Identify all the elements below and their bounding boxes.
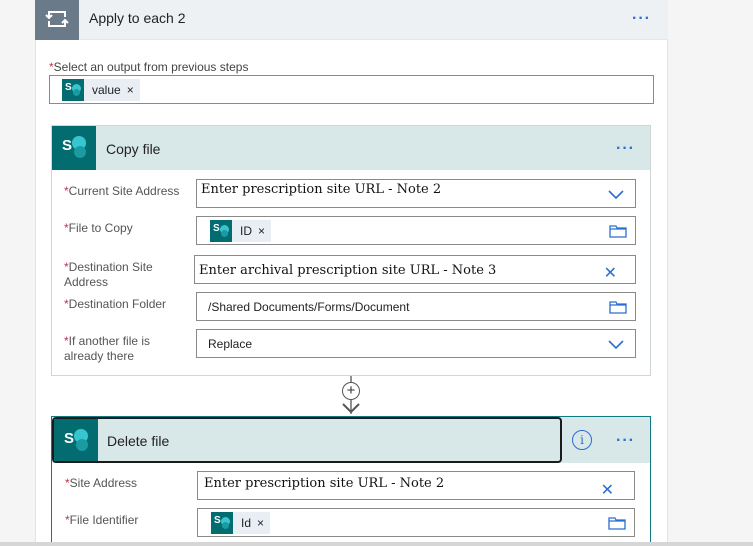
chevron-down-icon[interactable] xyxy=(607,338,625,350)
site-address-label: *Site Address xyxy=(65,476,138,490)
clear-icon[interactable]: ✕ xyxy=(604,263,617,283)
sharepoint-icon: S xyxy=(62,79,84,101)
site-address-field[interactable]: Enter prescription site URL - Note 2 ✕ xyxy=(197,471,635,500)
destination-site-label: *Destination Site Address xyxy=(64,260,153,289)
add-step-button[interactable]: + xyxy=(342,382,360,400)
delete-file-title: Delete file xyxy=(107,433,170,449)
folder-icon[interactable] xyxy=(609,224,627,238)
chevron-down-icon[interactable] xyxy=(607,188,625,200)
remove-token-icon[interactable]: × xyxy=(127,83,140,97)
file-identifier-field[interactable]: S Id × xyxy=(197,508,635,537)
copy-file-more-button[interactable]: ··· xyxy=(616,140,635,158)
loop-icon xyxy=(45,11,69,27)
file-to-copy-field[interactable]: S ID × xyxy=(196,216,636,245)
if-exists-label: *If another file is already there xyxy=(64,334,151,363)
info-icon[interactable]: i xyxy=(572,430,592,450)
delete-file-more-button[interactable]: ··· xyxy=(616,432,635,450)
select-output-input[interactable]: S value × xyxy=(49,75,654,104)
id-token[interactable]: S Id × xyxy=(211,512,271,534)
current-site-field[interactable]: Enter prescription site URL - Note 2 xyxy=(196,179,636,208)
file-to-copy-label: *File to Copy xyxy=(64,221,133,235)
folder-icon[interactable] xyxy=(608,516,626,530)
current-site-label: *Current Site Address xyxy=(64,184,180,198)
sharepoint-icon: S xyxy=(211,512,233,534)
sharepoint-icon: S xyxy=(210,220,232,242)
id-token[interactable]: S ID × xyxy=(210,220,272,242)
loop-action-icon xyxy=(35,0,79,40)
clear-icon[interactable]: ✕ xyxy=(601,480,614,500)
value-token[interactable]: S value × xyxy=(62,79,140,101)
remove-token-icon[interactable]: × xyxy=(258,224,271,238)
remove-token-icon[interactable]: × xyxy=(257,516,270,530)
bottom-edge xyxy=(0,542,753,546)
if-exists-select[interactable]: Replace xyxy=(196,329,636,358)
copy-file-title: Copy file xyxy=(106,141,161,157)
select-output-label: *Select an output from previous steps xyxy=(49,60,249,74)
apply-to-each-title: Apply to each 2 xyxy=(89,10,186,26)
sharepoint-icon: S xyxy=(54,419,98,461)
destination-folder-field[interactable]: /Shared Documents/Forms/Document xyxy=(196,292,636,321)
destination-folder-label: *Destination Folder xyxy=(64,297,167,311)
destination-site-field[interactable]: Enter archival prescription site URL - N… xyxy=(194,255,636,284)
apply-to-each-more-button[interactable]: ··· xyxy=(632,10,651,28)
file-identifier-label: *File Identifier xyxy=(65,513,139,527)
sharepoint-icon: S xyxy=(52,126,96,170)
folder-icon[interactable] xyxy=(609,300,627,314)
